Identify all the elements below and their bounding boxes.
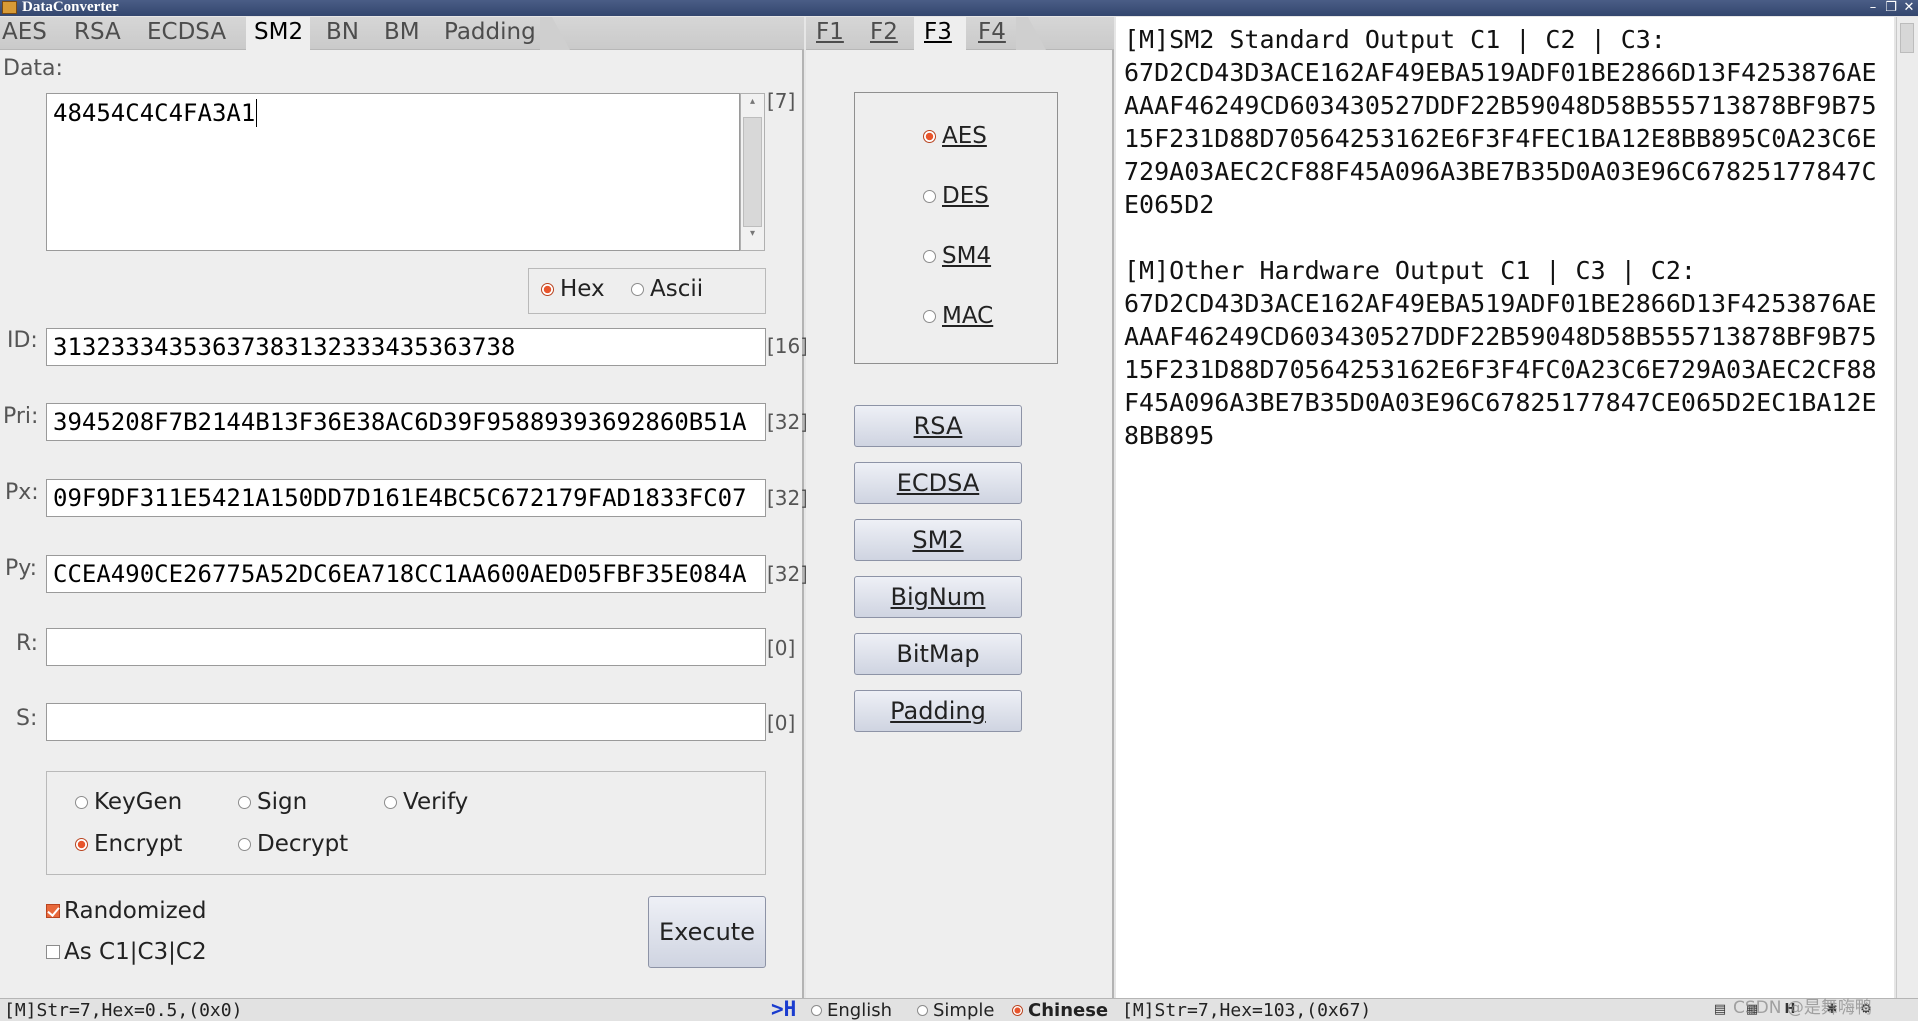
data-label: Data: (3, 56, 63, 81)
padding-button[interactable]: Padding (854, 690, 1022, 732)
tab-sm2[interactable]: SM2 (246, 17, 310, 50)
tab-f1[interactable]: F1 (816, 17, 854, 50)
r-count: [0] (767, 636, 796, 660)
output-scrollbar[interactable] (1896, 17, 1918, 998)
encrypt-radio[interactable]: Encrypt (75, 831, 182, 857)
left-status: [M]Str=7,Hex=0.5,(0x0) (4, 1000, 243, 1021)
aes-radio-dot (923, 129, 936, 143)
simple-radio[interactable]: Simple (917, 1000, 994, 1021)
h-marker[interactable]: >H (771, 997, 796, 1021)
execute-button[interactable]: Execute (648, 896, 766, 968)
as-c1c3c2-checkbox[interactable]: As C1|C3|C2 (46, 939, 207, 965)
english-radio-dot (811, 1005, 822, 1016)
id-label: ID: (7, 328, 38, 353)
scroll-down-icon[interactable]: ▾ (743, 228, 762, 248)
simple-radio-dot (917, 1005, 928, 1016)
operation-group: KeyGen Sign Verify Encrypt Decrypt (46, 771, 766, 875)
app-icon (2, 1, 17, 14)
tab-f2[interactable]: F2 (870, 17, 908, 50)
decrypt-radio[interactable]: Decrypt (238, 831, 348, 857)
output-area[interactable]: [M]SM2 Standard Output C1 | C2 | C3: 67D… (1116, 17, 1894, 998)
tab-bn[interactable]: BN (326, 17, 369, 50)
px-input[interactable]: 09F9DF311E5421A150DD7D161E4BC5C672179FAD… (46, 479, 766, 517)
sm4-radio-dot (923, 249, 936, 263)
keygen-radio-dot (75, 795, 88, 809)
save-icon[interactable]: ▤ (1712, 1002, 1728, 1018)
data-scrollbar[interactable]: ▴ ▾ (740, 93, 765, 251)
bignum-button[interactable]: BigNum (854, 576, 1022, 618)
as-c1c3c2-check (46, 945, 60, 959)
status-bar: [M]Str=7,Hex=0.5,(0x0) >H English Simple… (0, 997, 1918, 1021)
py-input[interactable]: CCEA490CE26775A52DC6EA718CC1AA600AED05FB… (46, 555, 766, 593)
decrypt-radio-dot (238, 837, 251, 851)
minimize-icon[interactable]: – (1864, 0, 1882, 15)
scroll-up-icon[interactable]: ▴ (743, 96, 762, 116)
px-count: [32] (767, 486, 809, 510)
mac-radio[interactable]: MAC (923, 303, 993, 329)
ascii-radio-dot (631, 282, 644, 296)
right-status: [M]Str=7,Hex=103,(0x67) (1122, 1000, 1372, 1021)
sm4-radio[interactable]: SM4 (923, 243, 991, 269)
s-label: S: (16, 706, 38, 731)
id-count: [16] (767, 334, 809, 358)
tab-aes[interactable]: AES (2, 17, 57, 50)
data-count: [7] (767, 89, 796, 113)
output-text: [M]SM2 Standard Output C1 | C2 | C3: 67D… (1124, 25, 1877, 450)
chinese-radio-dot (1012, 1005, 1023, 1016)
tab-rsa[interactable]: RSA (74, 17, 131, 50)
format-group: Hex Ascii (528, 268, 766, 314)
output-scroll-thumb[interactable] (1900, 23, 1914, 53)
pri-count: [32] (767, 410, 809, 434)
tab-f4[interactable]: F4 (978, 17, 1016, 50)
id-input[interactable]: 31323334353637383132333435363738 (46, 328, 766, 366)
ascii-radio[interactable]: Ascii (631, 276, 703, 302)
r-input[interactable] (46, 628, 766, 666)
hex-radio-dot (541, 282, 554, 296)
close-icon[interactable]: ✕ (1900, 0, 1918, 15)
sm2-panel: Data: 48454C4C4FA3A1 ▴ ▾ [7] Hex Ascii I… (0, 50, 808, 998)
english-radio[interactable]: English (811, 1000, 892, 1021)
tab-padding[interactable]: Padding (444, 17, 546, 50)
algorithm-group: AES DES SM4 MAC (854, 92, 1058, 364)
function-panel: AES DES SM4 MAC RSA ECDSA SM2 BigNum Bit… (806, 50, 1114, 998)
verify-radio-dot (384, 795, 397, 809)
scroll-thumb[interactable] (743, 117, 762, 227)
randomized-check (46, 904, 60, 918)
sm2-button[interactable]: SM2 (854, 519, 1022, 561)
data-input[interactable]: 48454C4C4FA3A1 (46, 93, 740, 251)
py-label: Py: (5, 556, 38, 581)
r-label: R: (16, 631, 39, 656)
keygen-radio[interactable]: KeyGen (75, 789, 182, 815)
des-radio[interactable]: DES (923, 183, 989, 209)
mac-radio-dot (923, 309, 936, 323)
des-radio-dot (923, 189, 936, 203)
bitmap-button[interactable]: BitMap (854, 633, 1022, 675)
randomized-checkbox[interactable]: Randomized (46, 898, 206, 924)
data-value: 48454C4C4FA3A1 (53, 99, 256, 127)
py-count: [32] (767, 562, 809, 586)
rsa-button[interactable]: RSA (854, 405, 1022, 447)
watermark: CSDN @是舞嗨鸭 (1733, 998, 1872, 1018)
aes-radio[interactable]: AES (923, 123, 987, 149)
pri-label: Pri: (3, 404, 39, 429)
chinese-radio[interactable]: Chinese (1012, 1000, 1108, 1021)
tab-bm[interactable]: BM (384, 17, 430, 50)
encrypt-radio-dot (75, 837, 88, 851)
tab-f3[interactable]: F3 (914, 17, 966, 50)
hex-radio[interactable]: Hex (541, 276, 605, 302)
verify-radio[interactable]: Verify (384, 789, 468, 815)
restore-icon[interactable]: ❐ (1882, 0, 1900, 15)
title-bar: DataConverter – ❐ ✕ (0, 0, 1918, 16)
ecdsa-button[interactable]: ECDSA (854, 462, 1022, 504)
pri-input[interactable]: 3945208F7B2144B13F36E38AC6D39F9588939369… (46, 403, 766, 441)
tab-ecdsa[interactable]: ECDSA (147, 17, 236, 50)
s-input[interactable] (46, 703, 766, 741)
s-count: [0] (767, 711, 796, 735)
window-title: DataConverter (22, 0, 119, 15)
sign-radio[interactable]: Sign (238, 789, 307, 815)
px-label: Px: (5, 480, 39, 505)
sign-radio-dot (238, 795, 251, 809)
